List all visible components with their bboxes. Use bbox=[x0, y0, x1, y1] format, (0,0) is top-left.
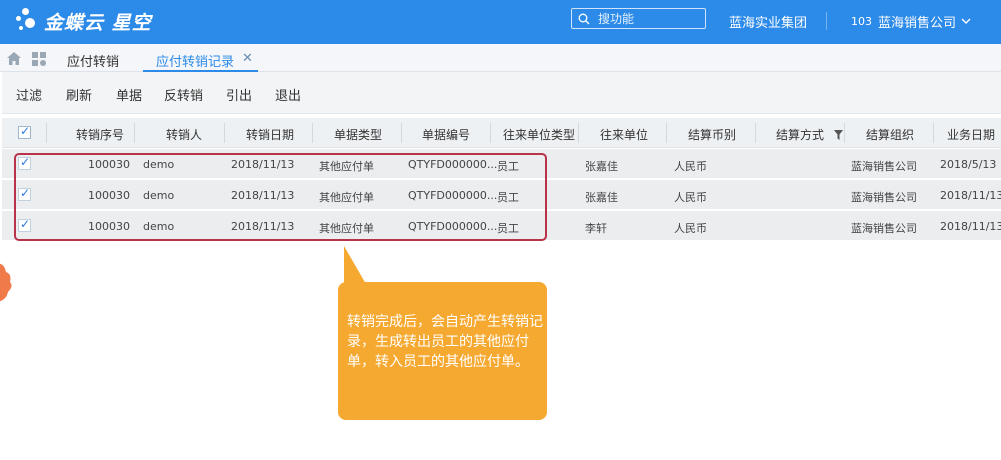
col-header-unit-type[interactable]: 往来单位类型 bbox=[498, 126, 580, 143]
export-button[interactable]: 引出 bbox=[226, 85, 252, 104]
exit-button[interactable]: 退出 bbox=[275, 85, 301, 104]
callout-pointer bbox=[344, 246, 366, 284]
app-logo[interactable]: 金蝶云 星空 bbox=[12, 6, 152, 36]
column-divider bbox=[933, 123, 934, 143]
cell-unit: 张嘉佳 bbox=[585, 160, 618, 173]
col-header-biz-date[interactable]: 业务日期 bbox=[947, 126, 1001, 143]
chevron-down-icon bbox=[961, 18, 971, 24]
cell-currency: 人民币 bbox=[674, 222, 707, 235]
top-bar: 金蝶云 星空 搜功能 蓝海实业集团 103 蓝海销售公司 bbox=[0, 0, 1001, 44]
cell-biz-date: 2018/5/13 bbox=[940, 158, 997, 171]
col-header-doc-type[interactable]: 单据类型 bbox=[328, 126, 388, 143]
org-code: 103 bbox=[851, 15, 872, 28]
col-header-date[interactable]: 转销日期 bbox=[240, 126, 300, 143]
column-divider bbox=[401, 123, 402, 143]
org-switcher[interactable]: 103 蓝海销售公司 bbox=[851, 12, 971, 31]
tab-payable-transfer-records[interactable]: 应付转销记录 bbox=[156, 51, 234, 70]
divider bbox=[826, 12, 827, 30]
search-icon bbox=[578, 13, 590, 24]
col-header-currency[interactable]: 结算币别 bbox=[682, 126, 742, 143]
search-placeholder: 搜功能 bbox=[598, 12, 635, 26]
col-header-unit[interactable]: 往来单位 bbox=[594, 126, 654, 143]
highlight-frame bbox=[14, 153, 547, 241]
group-name[interactable]: 蓝海实业集团 bbox=[729, 12, 807, 31]
tab-payable-transfer[interactable]: 应付转销 bbox=[67, 51, 119, 70]
cell-org: 蓝海销售公司 bbox=[851, 191, 917, 204]
search-input[interactable]: 搜功能 bbox=[571, 8, 706, 29]
cell-org: 蓝海销售公司 bbox=[851, 222, 917, 235]
org-name: 蓝海销售公司 bbox=[878, 16, 957, 31]
col-header-seq[interactable]: 转销序号 bbox=[70, 126, 130, 143]
column-divider bbox=[490, 123, 491, 143]
home-icon[interactable] bbox=[7, 52, 21, 65]
toolbar: 过滤 刷新 单据 反转销 引出 退出 bbox=[2, 72, 1001, 114]
filter-button[interactable]: 过滤 bbox=[16, 85, 42, 104]
cell-org: 蓝海销售公司 bbox=[851, 160, 917, 173]
column-divider bbox=[578, 123, 579, 143]
apps-icon[interactable] bbox=[32, 52, 46, 66]
col-header-doc-no[interactable]: 单据编号 bbox=[416, 126, 476, 143]
select-all-checkbox[interactable]: ✓ bbox=[18, 124, 31, 139]
cell-biz-date: 2018/11/13 bbox=[940, 189, 1001, 202]
refresh-button[interactable]: 刷新 bbox=[66, 85, 92, 104]
cell-currency: 人民币 bbox=[674, 160, 707, 173]
logo-text: 金蝶云 星空 bbox=[44, 11, 152, 34]
col-header-org[interactable]: 结算组织 bbox=[860, 126, 920, 143]
cell-currency: 人民币 bbox=[674, 191, 707, 204]
pointing-hand-icon bbox=[0, 263, 12, 302]
tab-bar: 应付转销 应付转销记录 ✕ bbox=[0, 44, 1001, 72]
column-divider bbox=[844, 123, 845, 143]
col-header-method[interactable]: 结算方式 bbox=[770, 126, 830, 143]
document-button[interactable]: 单据 bbox=[116, 85, 142, 104]
cell-biz-date: 2018/11/13 bbox=[940, 220, 1001, 233]
column-divider bbox=[134, 123, 135, 143]
column-divider bbox=[666, 123, 667, 143]
column-divider bbox=[755, 123, 756, 143]
column-divider bbox=[312, 123, 313, 143]
cell-unit: 张嘉佳 bbox=[585, 191, 618, 204]
column-divider bbox=[46, 123, 47, 143]
grid-header: ✓ 转销序号 转销人 转销日期 单据类型 单据编号 往来单位类型 往来单位 结算… bbox=[2, 118, 1001, 148]
callout-text: 转销完成后，会自动产生转销记录，生成转出员工的其他应付单，转入员工的其他应付单。 bbox=[347, 314, 543, 370]
col-header-user[interactable]: 转销人 bbox=[154, 126, 214, 143]
close-icon[interactable]: ✕ bbox=[242, 51, 253, 66]
filter-icon[interactable] bbox=[834, 130, 843, 140]
cell-unit: 李轩 bbox=[585, 222, 607, 235]
reverse-transfer-button[interactable]: 反转销 bbox=[164, 85, 203, 104]
logo-icon bbox=[12, 6, 42, 36]
check-icon: ✓ bbox=[20, 124, 31, 138]
column-divider bbox=[224, 123, 225, 143]
